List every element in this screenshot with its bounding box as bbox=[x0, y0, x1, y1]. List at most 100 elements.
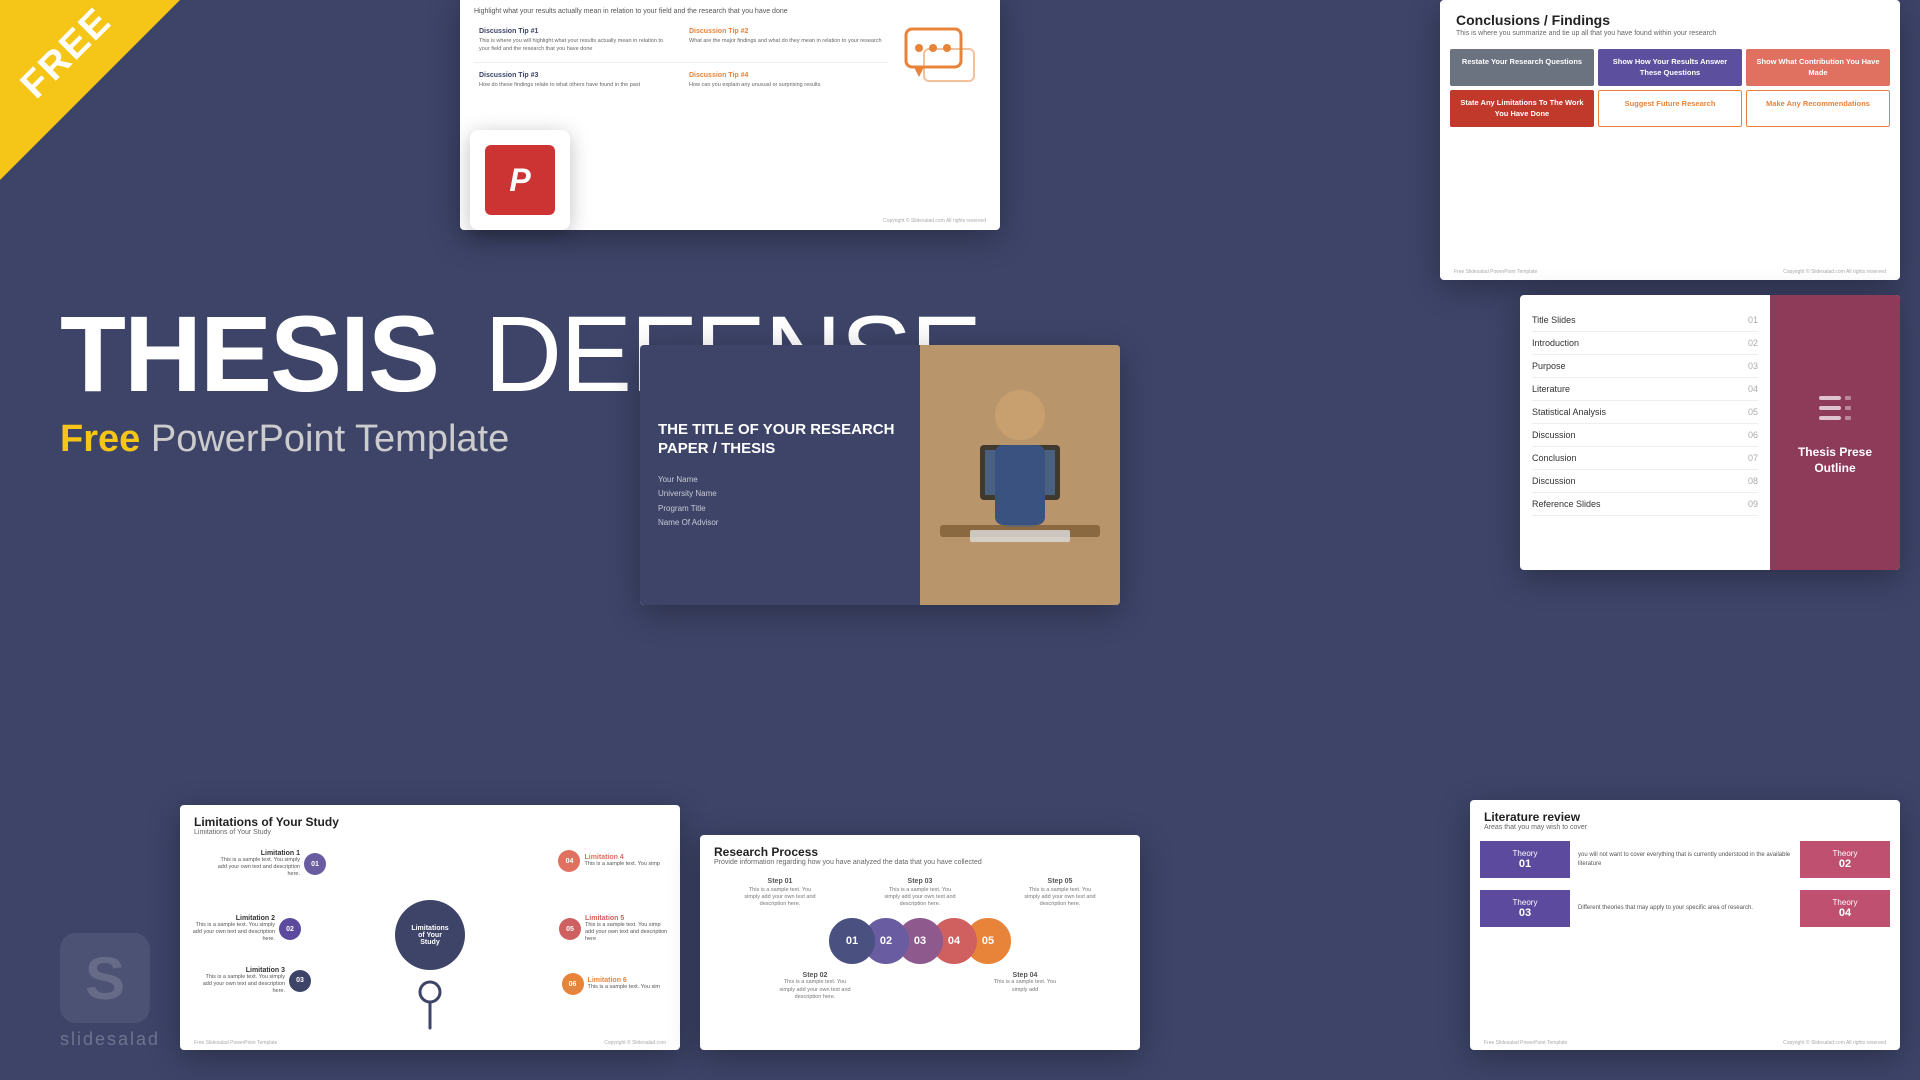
lim-center: Limitationsof YourStudy bbox=[395, 900, 465, 970]
tip4-text: How can you explain any unusual or surpr… bbox=[689, 82, 883, 90]
outline-num-1: 01 bbox=[1748, 315, 1758, 325]
lit-mid-1: you will not want to cover everything th… bbox=[1574, 841, 1796, 878]
theory-04: Theory 04 bbox=[1800, 890, 1890, 927]
outline-num-8: 08 bbox=[1748, 476, 1758, 486]
outline-row-4: Literature 04 bbox=[1532, 378, 1758, 401]
outline-row-1: Title Slides 01 bbox=[1532, 309, 1758, 332]
step-col-1: Step 01 This is a sample text. You simpl… bbox=[743, 878, 817, 908]
outline-label-5: Statistical Analysis bbox=[1532, 407, 1606, 417]
outline-num-3: 03 bbox=[1748, 361, 1758, 371]
slidesalad-name: slidesalad bbox=[60, 1029, 160, 1050]
title-slide-left: THE TITLE OF YOUR RESEARCH PAPER / THESI… bbox=[640, 345, 920, 605]
tip2-text: What are the major findings and what do … bbox=[689, 38, 883, 46]
step-col-4: Step 04 This is a sample text. You simpl… bbox=[988, 972, 1062, 1000]
lim-node-4: 04 Limitation 4 This is a sample text. Y… bbox=[558, 850, 660, 872]
outline-row-8: Discussion 08 bbox=[1532, 470, 1758, 493]
outline-list: Title Slides 01 Introduction 02 Purpose … bbox=[1520, 295, 1770, 570]
outline-num-6: 06 bbox=[1748, 430, 1758, 440]
outline-row-7: Conclusion 07 bbox=[1532, 447, 1758, 470]
lim-diagram: Limitation 1 This is a sample text. You … bbox=[180, 840, 680, 1030]
outline-label-8: Discussion bbox=[1532, 476, 1576, 486]
lit-grid-row2: Theory 03 Different theories that may ap… bbox=[1470, 884, 1900, 933]
conc-cell-4: State Any Limitations To The Work You Ha… bbox=[1450, 90, 1594, 127]
slidesalad-logo: S slidesalad bbox=[60, 933, 160, 1050]
lim-title: Limitations of Your Study bbox=[194, 815, 666, 829]
university-name: University Name bbox=[658, 487, 902, 501]
slide-limitations: Limitations of Your Study Limitations of… bbox=[180, 805, 680, 1050]
conc-cell-6: Make Any Recommendations bbox=[1746, 90, 1890, 127]
conclusions-subtitle: This is where you summarize and tie up a… bbox=[1456, 30, 1884, 37]
outline-label-1: Title Slides bbox=[1532, 315, 1576, 325]
conclusions-footer-right: Copyright © Slidesalad.com All rights re… bbox=[1783, 269, 1886, 275]
outline-label-9: Reference Slides bbox=[1532, 499, 1601, 509]
outline-num-2: 02 bbox=[1748, 338, 1758, 348]
research-header: Research Process Provide information reg… bbox=[700, 835, 1140, 870]
conc-cell-2: Show How Your Results Answer These Quest… bbox=[1598, 49, 1742, 86]
slide-outline: Title Slides 01 Introduction 02 Purpose … bbox=[1520, 295, 1900, 570]
advisor-name: Name Of Advisor bbox=[658, 516, 902, 530]
slide-literature: Literature review Areas that you may wis… bbox=[1470, 800, 1900, 1050]
conc-cell-5: Suggest Future Research bbox=[1598, 90, 1742, 127]
discussion-header-text: Highlight what your results actually mea… bbox=[474, 8, 986, 15]
conc-cell-1: Restate Your Research Questions bbox=[1450, 49, 1594, 86]
slide-research: Research Process Provide information reg… bbox=[700, 835, 1140, 1050]
lit-header: Literature review Areas that you may wis… bbox=[1470, 800, 1900, 835]
conclusions-footer-left: Free Slidesalad PowerPoint Template bbox=[1454, 269, 1537, 275]
slide-conclusions: Conclusions / Findings This is where you… bbox=[1440, 0, 1900, 280]
tip3-text: How do these findings relate to what oth… bbox=[479, 82, 673, 90]
lim-header: Limitations of Your Study Limitations of… bbox=[180, 805, 680, 840]
tip1-text: This is where you will highlight what yo… bbox=[479, 38, 673, 53]
lim-node-3: Limitation 3 This is a sample text. You … bbox=[200, 967, 311, 995]
theory-03: Theory 03 bbox=[1480, 890, 1570, 927]
outline-right-title: Thesis PreseOutline bbox=[1798, 445, 1872, 476]
conc-cell-3: Show What Contribution You Have Made bbox=[1746, 49, 1890, 86]
outline-label-2: Introduction bbox=[1532, 338, 1579, 348]
subtitle-rest: PowerPoint Template bbox=[151, 418, 509, 460]
magnifier-icon bbox=[415, 980, 445, 1030]
slide-title-main: THE TITLE OF YOUR RESEARCH PAPER / THESI… bbox=[640, 345, 1120, 605]
step-col-2: Step 02 This is a sample text. You simpl… bbox=[778, 972, 852, 1000]
outline-row-6: Discussion 06 bbox=[1532, 424, 1758, 447]
step-col-5: Step 05 This is a sample text. You simpl… bbox=[1023, 878, 1097, 908]
theory-02: Theory 02 bbox=[1800, 841, 1890, 878]
outline-num-7: 07 bbox=[1748, 453, 1758, 463]
person-photo bbox=[920, 345, 1120, 605]
paper-title: THE TITLE OF YOUR RESEARCH PAPER / THESI… bbox=[658, 420, 902, 459]
program-title: Program Title bbox=[658, 502, 902, 516]
research-top-steps: Step 01 This is a sample text. You simpl… bbox=[700, 874, 1140, 912]
lim-footer-right: Copyright © Slidesalad.com bbox=[604, 1040, 666, 1046]
discussion-footer-right: Copyright © Slidesalad.com All rights re… bbox=[883, 218, 986, 224]
tip2-title: Discussion Tip #2 bbox=[689, 28, 883, 35]
theory-01: Theory 01 bbox=[1480, 841, 1570, 878]
your-name: Your Name bbox=[658, 473, 902, 487]
lim-node-6: 06 Limitation 6 This is a sample text. Y… bbox=[562, 973, 660, 995]
outline-label-4: Literature bbox=[1532, 384, 1570, 394]
lit-title: Literature review bbox=[1484, 810, 1886, 824]
conclusions-grid: Restate Your Research Questions Show How… bbox=[1440, 43, 1900, 131]
subtitle-free: Free bbox=[60, 418, 140, 460]
ppt-inner: P bbox=[485, 145, 555, 215]
chat-icon bbox=[904, 27, 979, 92]
conclusions-title: Conclusions / Findings bbox=[1456, 12, 1884, 28]
title-thesis: THESIS bbox=[60, 293, 438, 414]
tip1-title: Discussion Tip #1 bbox=[479, 28, 673, 35]
list-icon bbox=[1815, 388, 1855, 428]
outline-label-3: Purpose bbox=[1532, 361, 1566, 371]
lit-mid-2: Different theories that may apply to you… bbox=[1574, 890, 1796, 927]
title-slide-photo bbox=[920, 345, 1120, 605]
outline-num-4: 04 bbox=[1748, 384, 1758, 394]
research-bottom-steps: Step 02 This is a sample text. You simpl… bbox=[700, 968, 1140, 1004]
outline-row-2: Introduction 02 bbox=[1532, 332, 1758, 355]
outline-row-3: Purpose 03 bbox=[1532, 355, 1758, 378]
lim-subtitle: Limitations of Your Study bbox=[194, 829, 666, 836]
lim-node-1: Limitation 1 This is a sample text. You … bbox=[210, 850, 326, 878]
tip4-title: Discussion Tip #4 bbox=[689, 72, 883, 79]
outline-num-9: 09 bbox=[1748, 499, 1758, 509]
circle-1: 01 bbox=[829, 918, 875, 964]
lim-node-2: Limitation 2 This is a sample text. You … bbox=[190, 915, 301, 943]
slidesalad-icon: S bbox=[60, 933, 150, 1023]
lit-grid-row1: Theory 01 you will not want to cover eve… bbox=[1470, 835, 1900, 884]
lim-footer-left: Free Slidesalad PowerPoint Template bbox=[194, 1040, 277, 1046]
title-slide-sub: Your Name University Name Program Title … bbox=[658, 473, 902, 531]
outline-label-7: Conclusion bbox=[1532, 453, 1577, 463]
